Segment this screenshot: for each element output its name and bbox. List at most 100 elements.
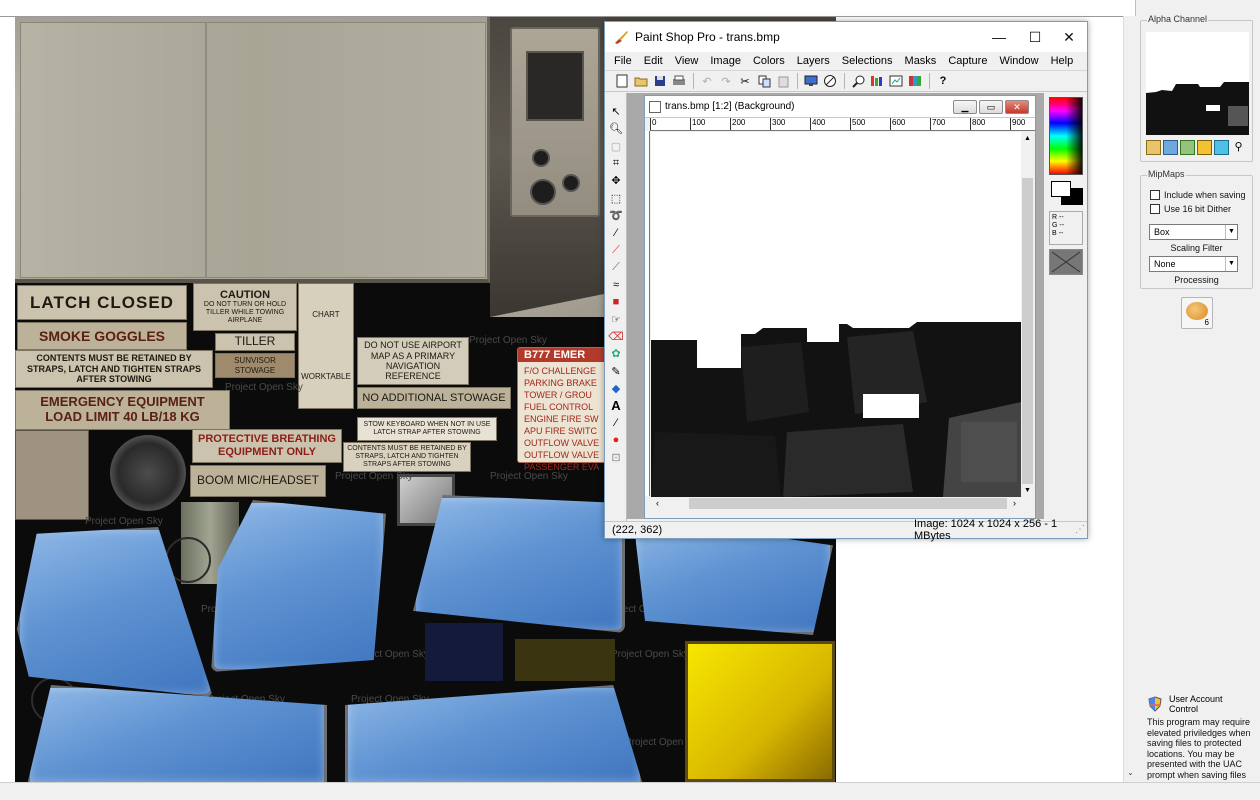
menu-masks[interactable]: Masks (899, 55, 943, 67)
maximize-button[interactable]: ☐ (1017, 22, 1053, 52)
dropper-tool-icon[interactable]: ⟋ (607, 241, 625, 258)
menu-capture[interactable]: Capture (942, 55, 993, 67)
alpha-image-icon[interactable] (1214, 140, 1229, 155)
include-when-saving-row[interactable]: Include when saving (1150, 190, 1246, 200)
image-close-button[interactable]: ✕ (1005, 100, 1029, 114)
toggle-toolbar-icon[interactable] (906, 72, 924, 90)
process-palette-button[interactable]: 6 (1181, 297, 1213, 329)
alpha-zoom-icon[interactable]: ⚲ (1231, 140, 1246, 155)
scroll-left-icon[interactable]: ‹ (651, 497, 664, 510)
arrow-tool-icon[interactable]: ↖ (607, 103, 625, 120)
text-tool-icon[interactable]: A (607, 397, 625, 414)
scroll-thumb[interactable] (1022, 178, 1033, 484)
minimize-button[interactable]: — (981, 22, 1017, 52)
horizontal-scrollbar[interactable]: ‹ › (651, 497, 1021, 510)
ruler-tick-label: 500 (850, 118, 865, 130)
image-minimize-button[interactable]: ▁ (953, 100, 977, 114)
deform-tool-icon[interactable]: ▢ (607, 138, 625, 155)
redo-icon[interactable]: ↷ (717, 72, 735, 90)
zoom-icon[interactable] (849, 72, 867, 90)
browse-icon[interactable] (821, 72, 839, 90)
color-replacer-icon[interactable]: ■ (607, 293, 625, 310)
placard-protective-breathing: PROTECTIVE BREATHING EQUIPMENT ONLY (192, 429, 342, 463)
selection-tool-icon[interactable]: ⬚ (607, 189, 625, 206)
copy-icon[interactable] (755, 72, 773, 90)
save-icon[interactable] (651, 72, 669, 90)
picture-tube-icon[interactable]: ✿ (607, 345, 625, 362)
image-maximize-button[interactable]: ▭ (979, 100, 1003, 114)
processing-select[interactable]: None ▼ (1149, 256, 1238, 272)
psp-titlebar[interactable]: Paint Shop Pro - trans.bmp — ☐ ✕ (605, 22, 1087, 52)
undo-icon[interactable]: ↶ (698, 72, 716, 90)
horizontal-ruler: 0 100 200 300 400 500 600 700 800 900 (650, 118, 1035, 131)
use-16bit-dither-row[interactable]: Use 16 bit Dither (1150, 204, 1231, 214)
menu-image[interactable]: Image (704, 55, 747, 67)
side-scrollbar[interactable]: ⌄ (1123, 16, 1136, 782)
watermark-label: Project Open Sky (335, 471, 413, 482)
clone-brush-icon[interactable]: ≈ (607, 276, 625, 293)
draw-tool-icon[interactable]: ∕ (607, 414, 625, 431)
transparent-swatch-icon[interactable] (1049, 249, 1083, 275)
new-icon[interactable] (613, 72, 631, 90)
side-panel: Alpha Channel ⚲ MipMaps Include when sav… (1123, 0, 1260, 782)
histogram-icon[interactable] (868, 72, 886, 90)
processing-label: Processing (1174, 275, 1219, 285)
placard-latch-closed: LATCH CLOSED (17, 285, 187, 320)
paste-icon[interactable] (774, 72, 792, 90)
watermark-label: Project Open Sky (85, 516, 163, 527)
menu-layers[interactable]: Layers (791, 55, 836, 67)
chevron-down-icon[interactable]: ▼ (1225, 225, 1237, 239)
image-window-titlebar[interactable]: trans.bmp [1:2] (Background) ▁ ▭ ✕ (645, 96, 1035, 118)
help-icon[interactable]: ? (934, 72, 952, 90)
fg-bg-swatch[interactable] (1049, 179, 1083, 207)
menu-file[interactable]: File (608, 55, 638, 67)
crop-tool-icon[interactable]: ⌗ (607, 155, 625, 172)
use-16bit-dither-checkbox[interactable] (1150, 204, 1160, 214)
vertical-scrollbar[interactable]: ▲ ▼ (1021, 132, 1034, 497)
vector-object-icon[interactable]: ⊡ (607, 449, 625, 466)
uac-text: This program may require elevated privil… (1147, 717, 1251, 780)
magic-wand-icon[interactable]: ⁄ (607, 224, 625, 241)
cut-icon[interactable]: ✂ (736, 72, 754, 90)
menu-window[interactable]: Window (993, 55, 1044, 67)
color-spectrum[interactable] (1049, 97, 1083, 175)
alpha-folder-icon[interactable] (1197, 140, 1212, 155)
preset-shapes-icon[interactable]: ● (607, 432, 625, 449)
paintbrush-tool-icon[interactable]: ⟋ (607, 259, 625, 276)
scroll-down-icon[interactable]: ⌄ (1124, 768, 1137, 780)
scaling-filter-select[interactable]: Box ▼ (1149, 224, 1238, 240)
print-icon[interactable] (670, 72, 688, 90)
placard-chart-worktable: CHART WORKTABLE (298, 283, 354, 409)
placard-smoke-goggles: SMOKE GOGGLES (17, 322, 187, 350)
alpha-open-icon[interactable] (1146, 140, 1161, 155)
menu-view[interactable]: View (669, 55, 705, 67)
chevron-down-icon[interactable]: ▼ (1225, 257, 1237, 271)
menu-selections[interactable]: Selections (836, 55, 899, 67)
resize-grip-icon[interactable]: ⋰ (1075, 524, 1085, 535)
scroll-up-icon[interactable]: ▲ (1021, 132, 1034, 145)
placard-airport-map: DO NOT USE AIRPORT MAP AS A PRIMARY NAVI… (357, 337, 469, 385)
image-window[interactable]: trans.bmp [1:2] (Background) ▁ ▭ ✕ 0 100 2… (644, 95, 1036, 519)
image-doc-icon (649, 100, 661, 113)
menu-colors[interactable]: Colors (747, 55, 791, 67)
zoom-tool-icon[interactable]: 🔍︎ (607, 120, 625, 137)
close-button[interactable]: ✕ (1051, 22, 1087, 52)
full-screen-icon[interactable] (802, 72, 820, 90)
alpha-import-icon[interactable] (1163, 140, 1178, 155)
alpha-export-icon[interactable] (1180, 140, 1195, 155)
flood-fill-icon[interactable]: ◆ (607, 380, 625, 397)
include-when-saving-checkbox[interactable] (1150, 190, 1160, 200)
lasso-tool-icon[interactable]: ➰ (607, 207, 625, 224)
menu-edit[interactable]: Edit (638, 55, 669, 67)
image-canvas[interactable] (651, 132, 1021, 497)
scroll-right-icon[interactable]: › (1008, 497, 1021, 510)
toggle-palette-icon[interactable] (887, 72, 905, 90)
scroll-down-icon[interactable]: ▼ (1021, 484, 1034, 497)
retouch-tool-icon[interactable]: ☞ (607, 311, 625, 328)
menu-help[interactable]: Help (1045, 55, 1080, 67)
eraser-tool-icon[interactable]: ⌫ (607, 328, 625, 345)
airbrush-tool-icon[interactable]: ✎ (607, 362, 625, 379)
open-icon[interactable] (632, 72, 650, 90)
mover-tool-icon[interactable]: ✥ (607, 172, 625, 189)
scroll-thumb[interactable] (689, 498, 1007, 509)
